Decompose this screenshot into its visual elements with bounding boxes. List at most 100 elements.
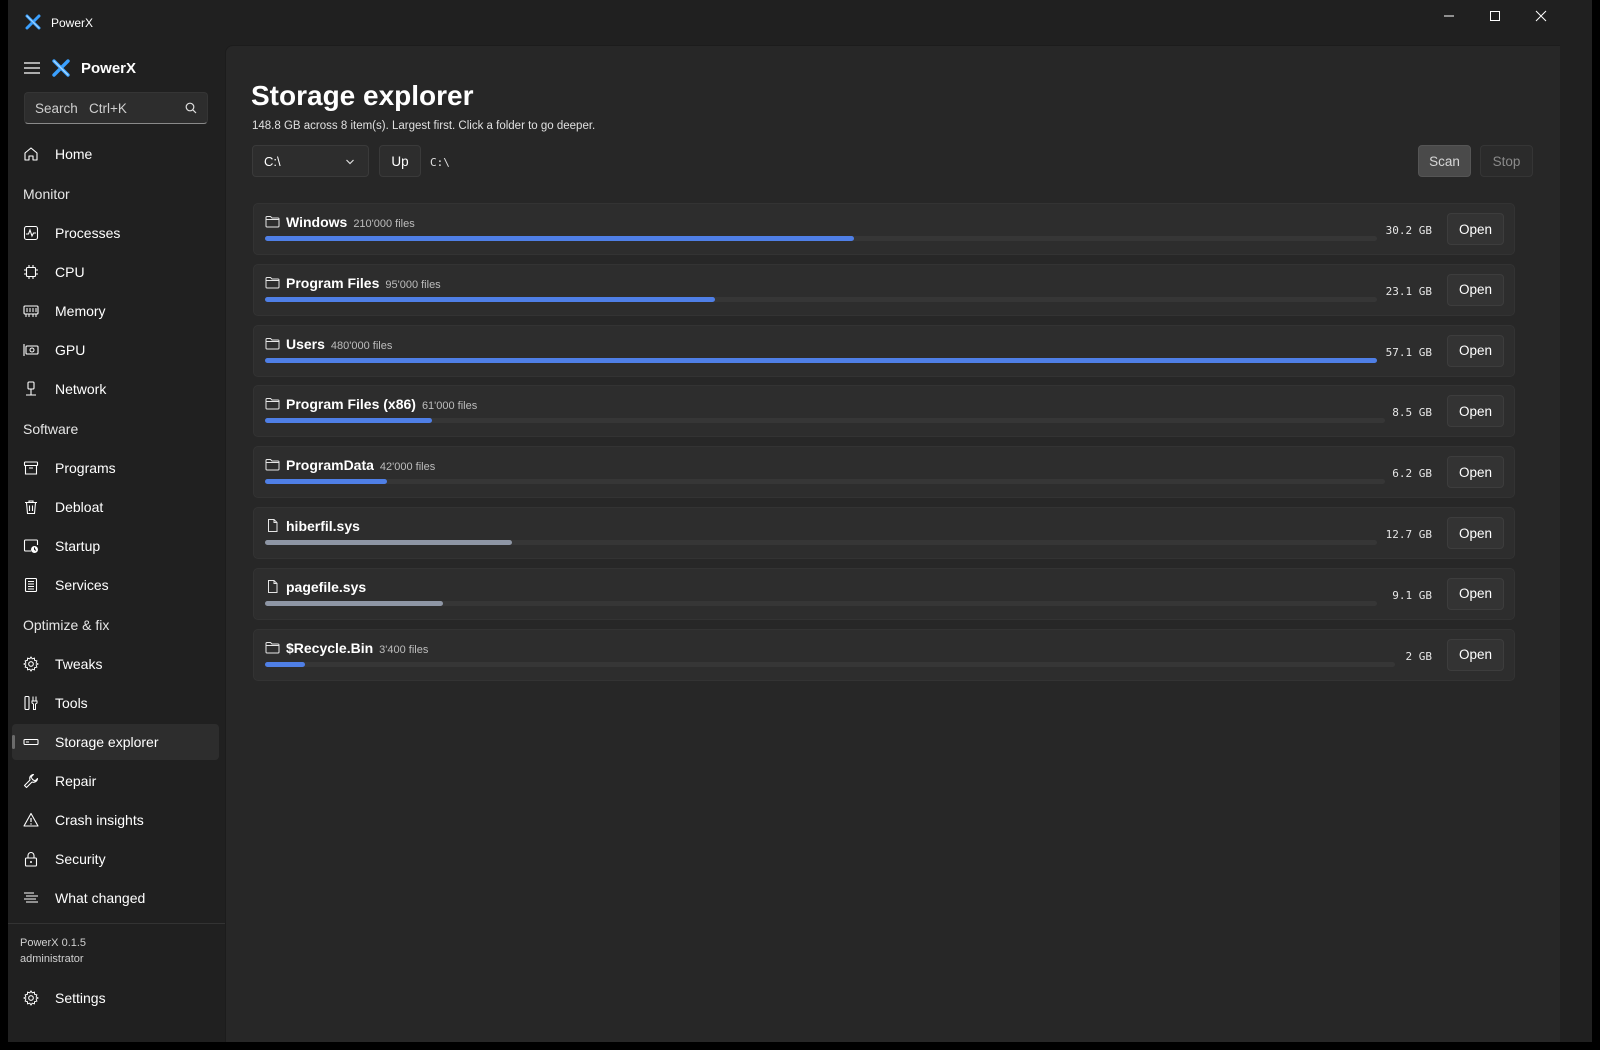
open-button[interactable]: Open	[1447, 638, 1504, 671]
nav-label: Processes	[55, 225, 121, 241]
current-path: C:\	[430, 156, 450, 169]
storage-item-row[interactable]: pagefile.sys 9.1 GB Open	[253, 567, 1515, 620]
lock-icon	[24, 852, 38, 867]
sidebar-divider	[8, 923, 227, 924]
item-name: Program Files (x86)	[286, 396, 416, 413]
storage-item-row[interactable]: hiberfil.sys 12.7 GB Open	[253, 507, 1515, 559]
user-label: administrator	[20, 953, 84, 965]
size-bar-fill	[265, 418, 432, 424]
nav-item-crash-insights[interactable]: Crash insights	[12, 802, 219, 838]
open-button[interactable]: Open	[1447, 213, 1504, 245]
nav-item-what-changed[interactable]: What changed	[12, 880, 219, 916]
nav-item-settings[interactable]: Settings	[12, 980, 219, 1016]
item-file-count: 95'000 files	[385, 278, 441, 291]
settings-gear-icon	[23, 990, 39, 1006]
nav-item-programs[interactable]: Programs	[12, 450, 219, 486]
open-button[interactable]: Open	[1447, 456, 1504, 489]
item-name-line: ProgramData 42'000 files	[286, 457, 435, 475]
nav-item-storage-explorer[interactable]: Storage explorer	[12, 724, 219, 760]
item-name: hiberfil.sys	[286, 518, 360, 534]
item-size: 23.1 GB	[1385, 284, 1432, 298]
list-icon	[24, 892, 38, 903]
item-file-count: 61'000 files	[421, 400, 478, 413]
close-button[interactable]	[1518, 0, 1564, 32]
drive-select[interactable]: C:\	[252, 145, 369, 177]
nav-item-processes[interactable]: Processes	[12, 215, 219, 251]
size-bar-fill	[265, 661, 305, 667]
storage-item-row[interactable]: Program Files (x86) 61'000 files 8.5 GB Ope…	[253, 385, 1515, 438]
storage-item-row[interactable]: Windows 210'000 files 30.2 GB Open	[253, 203, 1515, 255]
memory-icon	[23, 305, 39, 317]
section-software: Software	[23, 421, 79, 437]
search-box[interactable]	[24, 92, 208, 124]
open-button[interactable]: Open	[1447, 334, 1504, 367]
hamburger-menu-button[interactable]	[20, 58, 44, 78]
item-name: Users	[286, 335, 325, 352]
size-bar-track	[265, 357, 1377, 363]
file-icon	[268, 519, 278, 532]
storage-item-row[interactable]: Program Files 95'000 files 23.1 GB Open	[253, 263, 1515, 316]
storage-item-row[interactable]: $Recycle.Bin 3'400 files 2 GB Open	[253, 628, 1515, 681]
open-button[interactable]: Open	[1447, 577, 1504, 610]
nav-label: CPU	[55, 264, 85, 280]
nav-label: GPU	[55, 342, 86, 358]
open-button[interactable]: Open	[1447, 273, 1504, 306]
warning-icon	[23, 812, 39, 827]
maximize-button[interactable]	[1472, 0, 1518, 32]
item-name-line: Program Files 95'000 files	[286, 275, 441, 293]
up-button[interactable]: Up	[379, 145, 421, 177]
open-button[interactable]: Open	[1447, 517, 1504, 549]
scan-button[interactable]: Scan	[1418, 145, 1471, 177]
item-name: Windows	[286, 214, 348, 230]
page-subtitle: 148.8 GB across 8 item(s). Largest first…	[252, 120, 596, 132]
nav-item-network[interactable]: Network	[12, 371, 219, 407]
item-name-line: Users 480'000 files	[286, 336, 392, 354]
search-icon[interactable]	[185, 102, 197, 114]
nav-item-cpu[interactable]: CPU	[12, 254, 219, 290]
gpu-icon	[23, 344, 39, 356]
nav-item-debloat[interactable]: Debloat	[12, 489, 219, 525]
nav-item-repair[interactable]: Repair	[12, 763, 219, 799]
storage-item-row[interactable]: ProgramData 42'000 files 6.2 GB Open	[253, 446, 1515, 499]
item-name-line: hiberfil.sys	[286, 518, 366, 536]
nav-item-memory[interactable]: Memory	[12, 293, 219, 329]
wrench-icon	[23, 773, 39, 789]
nav-item-tweaks[interactable]: Tweaks	[12, 646, 219, 682]
nav-item-home[interactable]: Home	[12, 136, 219, 172]
nav-item-tools[interactable]: Tools	[12, 685, 219, 721]
size-bar-track	[265, 479, 1385, 485]
nav-label: Security	[55, 851, 106, 867]
stop-button[interactable]: Stop	[1480, 145, 1533, 177]
item-size: 8.5 GB	[1392, 406, 1432, 420]
version-label: PowerX 0.1.5	[20, 937, 87, 949]
nav-label: Tools	[55, 695, 88, 711]
minimize-button[interactable]	[1426, 0, 1472, 32]
powerx-logo-icon	[25, 14, 41, 30]
brand-name: PowerX	[81, 60, 137, 77]
window-title: PowerX	[51, 16, 94, 30]
nav-label: Services	[55, 577, 109, 593]
item-file-count: 210'000 files	[353, 218, 415, 230]
nav-item-security[interactable]: Security	[12, 841, 219, 877]
item-name: Program Files	[286, 274, 380, 291]
nav-item-services[interactable]: Services	[12, 567, 219, 603]
item-name: $Recycle.Bin	[286, 639, 374, 656]
services-icon	[24, 577, 38, 593]
nav-item-gpu[interactable]: GPU	[12, 332, 219, 368]
item-name-line: Program Files (x86) 61'000 files	[286, 396, 477, 414]
chip-icon	[24, 265, 38, 279]
section-optimize: Optimize & fix	[23, 617, 110, 633]
close-icon	[1535, 10, 1547, 22]
drive-icon	[23, 738, 39, 746]
folder-icon	[265, 398, 280, 410]
pulse-icon	[23, 225, 39, 241]
folder-icon	[265, 216, 280, 228]
item-name-line: Windows 210'000 files	[286, 214, 415, 232]
open-button[interactable]: Open	[1447, 395, 1504, 428]
nav-label: Repair	[55, 773, 97, 789]
size-bar-fill	[265, 540, 512, 545]
item-name-line: $Recycle.Bin 3'400 files	[286, 640, 428, 658]
nav-item-startup[interactable]: Startup	[12, 528, 219, 564]
search-input[interactable]	[35, 99, 185, 117]
storage-item-row[interactable]: Users 480'000 files 57.1 GB Open	[253, 324, 1515, 377]
